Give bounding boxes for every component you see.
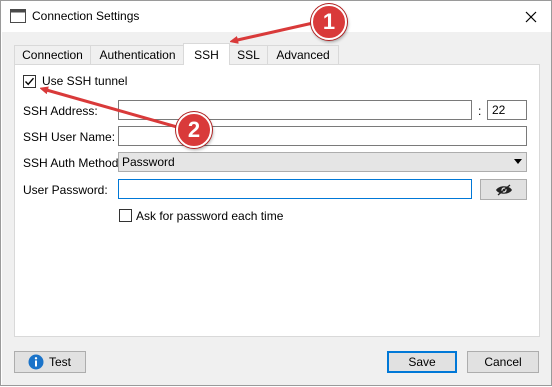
arrow-to-use-ssh-tunnel [43, 89, 178, 129]
annotation-badge-1: 1 [311, 4, 347, 40]
annotation-badge-2: 2 [176, 112, 212, 148]
annotation-arrows [1, 21, 314, 129]
connection-settings-window: Connection Settings Connection Authentic… [0, 0, 552, 386]
arrow-to-ssh-tab [233, 21, 314, 41]
